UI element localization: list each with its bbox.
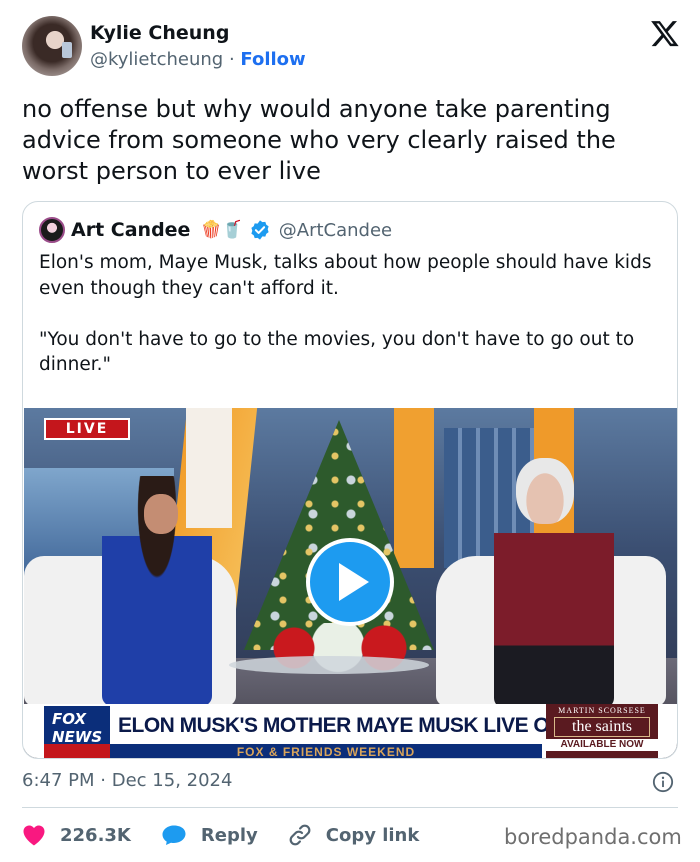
action-bar: 226.3K Reply Copy link bbox=[22, 822, 449, 848]
x-logo-icon[interactable] bbox=[650, 18, 680, 48]
author-handle[interactable]: @kylietcheung bbox=[90, 49, 223, 70]
quoted-text: Elon's mom, Maye Musk, talks about how p… bbox=[39, 252, 652, 375]
reply-button[interactable]: Reply bbox=[161, 824, 258, 846]
info-icon[interactable] bbox=[652, 771, 674, 793]
quoted-header: Art Candee 🍿🥤 @ArtCandee bbox=[39, 216, 392, 244]
phone-graphic bbox=[62, 42, 72, 58]
quoted-avatar[interactable] bbox=[39, 217, 65, 243]
logo-red-bar bbox=[44, 744, 110, 758]
tweet-text: no offense but why would anyone take par… bbox=[22, 95, 616, 185]
ticker-subbar: FOX & FRIENDS WEEKEND bbox=[110, 744, 542, 758]
handle-separator: · bbox=[228, 49, 235, 70]
promo-top-text: MARTIN SCORSESE bbox=[558, 706, 646, 715]
author-avatar[interactable] bbox=[22, 16, 82, 76]
quoted-tweet[interactable]: Art Candee 🍿🥤 @ArtCandee Elon's mom, May… bbox=[22, 201, 678, 759]
promo-title: the saints bbox=[554, 717, 650, 737]
link-icon bbox=[289, 824, 311, 846]
divider bbox=[22, 807, 678, 808]
play-icon bbox=[339, 563, 369, 601]
meta-separator: · bbox=[100, 770, 106, 791]
copy-link-label: Copy link bbox=[325, 824, 420, 846]
host-face bbox=[144, 494, 178, 534]
quoted-handle[interactable]: @ArtCandee bbox=[279, 220, 392, 241]
coffee-table bbox=[229, 656, 429, 674]
reply-label: Reply bbox=[200, 824, 258, 846]
heart-icon bbox=[23, 825, 45, 846]
tweet-time: 6:47 PM bbox=[22, 770, 95, 791]
promo-box: MARTIN SCORSESE the saints AVAILABLE NOW bbox=[546, 704, 658, 758]
tweet-date: Dec 15, 2024 bbox=[111, 770, 233, 791]
like-count: 226.3K bbox=[60, 824, 131, 846]
author-name[interactable]: Kylie Cheung bbox=[90, 22, 229, 44]
tweet-header: Kylie Cheung @kylietcheung · Follow bbox=[22, 16, 682, 78]
tweet-timestamp[interactable]: 6:47 PM · Dec 15, 2024 bbox=[22, 770, 232, 791]
author-handle-line: @kylietcheung · Follow bbox=[90, 49, 306, 70]
copy-link-button[interactable]: Copy link bbox=[288, 823, 420, 847]
promo-available: AVAILABLE NOW bbox=[546, 739, 658, 751]
guest-head bbox=[516, 458, 574, 524]
reply-bubble-icon bbox=[162, 825, 186, 845]
follow-button[interactable]: Follow bbox=[240, 49, 305, 70]
ticker-headline: ELON MUSK'S MOTHER MAYE MUSK LIVE ON F&F bbox=[110, 708, 609, 744]
verified-badge-icon bbox=[251, 220, 269, 240]
live-badge: LIVE bbox=[44, 418, 130, 440]
like-button[interactable]: 226.3K bbox=[22, 824, 131, 846]
news-ticker: FOX NEWS ELON MUSK'S MOTHER MAYE MUSK LI… bbox=[24, 704, 677, 758]
quoted-author-name[interactable]: Art Candee bbox=[71, 219, 190, 241]
watermark-text: boredpanda.com bbox=[504, 825, 682, 849]
play-button[interactable] bbox=[306, 538, 394, 626]
quoted-name-emojis: 🍿🥤 bbox=[200, 220, 243, 240]
video-thumbnail[interactable]: LIVE FOX NEWS ELON MUSK'S MOTHER MAYE MU… bbox=[24, 408, 677, 758]
background-panel bbox=[394, 408, 434, 568]
